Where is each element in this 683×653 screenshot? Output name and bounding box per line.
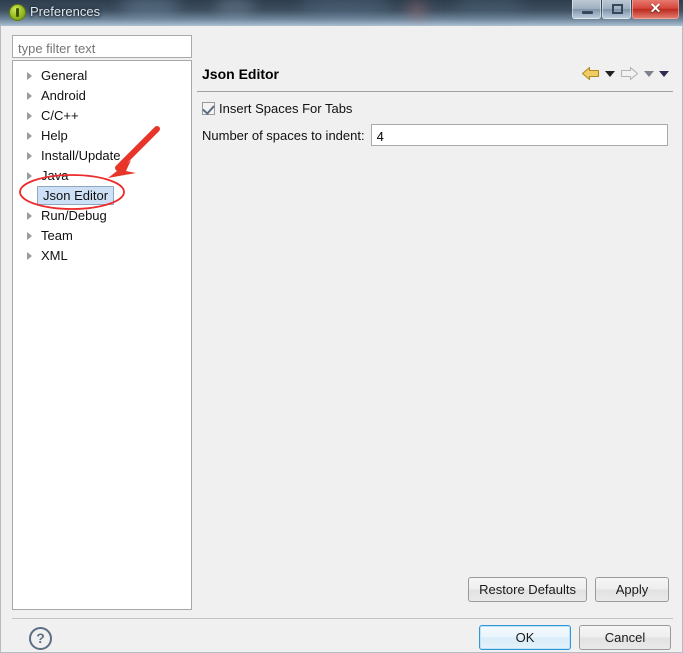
insert-spaces-checkbox[interactable] <box>202 102 215 115</box>
apply-buttons-row: Restore Defaults Apply <box>468 577 669 602</box>
expand-chevron-right-icon[interactable] <box>27 132 32 140</box>
tree-item-json-editor[interactable]: Json Editor <box>13 186 191 206</box>
tree-item-xml[interactable]: XML <box>13 246 191 266</box>
tree-item-java[interactable]: Java <box>13 166 191 186</box>
page-title: Json Editor <box>202 66 280 82</box>
footer-separator <box>12 618 673 619</box>
forward-history-chevron-down-icon <box>644 70 654 77</box>
footer-buttons: OK Cancel <box>479 625 671 650</box>
expand-chevron-right-icon[interactable] <box>27 72 32 80</box>
tree-item-android[interactable]: Android <box>13 86 191 106</box>
tree-item-run-debug[interactable]: Run/Debug <box>13 206 191 226</box>
help-icon[interactable]: ? <box>29 627 52 650</box>
indent-spaces-input[interactable] <box>370 124 668 146</box>
title-separator <box>197 91 673 92</box>
tree-item-install-update[interactable]: Install/Update <box>13 146 191 166</box>
insert-spaces-checkbox-row[interactable]: Insert Spaces For Tabs <box>202 101 352 116</box>
navigation-controls <box>581 66 669 81</box>
preferences-dialog-window: Preferences ✕ General Android C/C++ Help Ins… <box>0 0 683 653</box>
preference-content-panel: Json Editor Insert Spaces For Tabs Numbe… <box>197 60 673 610</box>
tree-item-help[interactable]: Help <box>13 126 191 146</box>
tree-item-label: Team <box>41 228 73 243</box>
tree-item-general[interactable]: General <box>13 66 191 86</box>
filter-input[interactable] <box>12 35 192 58</box>
forward-arrow-icon <box>620 66 639 81</box>
view-menu-chevron-down-icon[interactable] <box>659 70 669 77</box>
window-title: Preferences <box>30 4 101 19</box>
indent-spaces-label: Number of spaces to indent: <box>202 127 365 143</box>
tree-item-label: Json Editor <box>37 186 115 205</box>
expand-chevron-right-icon[interactable] <box>27 212 32 220</box>
maximize-button[interactable] <box>602 0 631 19</box>
expand-chevron-right-icon[interactable] <box>27 92 32 100</box>
tree-item-label: Android <box>41 88 86 103</box>
window-controls: ✕ <box>571 0 679 19</box>
restore-defaults-button[interactable]: Restore Defaults <box>468 577 587 602</box>
expand-chevron-right-icon[interactable] <box>27 112 32 120</box>
eclipse-icon <box>9 4 26 21</box>
insert-spaces-label: Insert Spaces For Tabs <box>219 101 353 116</box>
tree-item-label: Help <box>41 128 68 143</box>
maximize-icon <box>612 4 623 14</box>
close-icon: ✕ <box>649 0 662 16</box>
ok-button[interactable]: OK <box>479 625 571 650</box>
expand-chevron-right-icon[interactable] <box>27 152 32 160</box>
tree-item-label: XML <box>41 248 68 263</box>
indent-spaces-row: Number of spaces to indent: <box>202 124 668 146</box>
cancel-button[interactable]: Cancel <box>579 625 671 650</box>
tree-item-c-c[interactable]: C/C++ <box>13 106 191 126</box>
minimize-button[interactable] <box>572 0 601 19</box>
tree-item-team[interactable]: Team <box>13 226 191 246</box>
tree-item-label: Run/Debug <box>41 208 107 223</box>
back-history-chevron-down-icon[interactable] <box>605 70 615 77</box>
tree-item-label: Install/Update <box>41 148 121 163</box>
title-bar[interactable]: Preferences ✕ <box>0 0 683 26</box>
expand-chevron-right-icon[interactable] <box>27 232 32 240</box>
checkmark-icon <box>202 102 215 115</box>
dialog-body: General Android C/C++ Help Install/Update Jav… <box>0 26 683 653</box>
close-button[interactable]: ✕ <box>632 0 679 19</box>
apply-button[interactable]: Apply <box>595 577 669 602</box>
tree-item-label: Java <box>41 168 69 183</box>
preference-tree-panel[interactable]: General Android C/C++ Help Install/Update Jav… <box>12 60 192 610</box>
expand-chevron-right-icon[interactable] <box>27 172 32 180</box>
tree-item-label: C/C++ <box>41 108 79 123</box>
tree-item-label: General <box>41 68 88 83</box>
back-arrow-icon[interactable] <box>581 66 600 81</box>
expand-chevron-right-icon[interactable] <box>27 252 32 260</box>
minimize-icon <box>582 11 593 14</box>
